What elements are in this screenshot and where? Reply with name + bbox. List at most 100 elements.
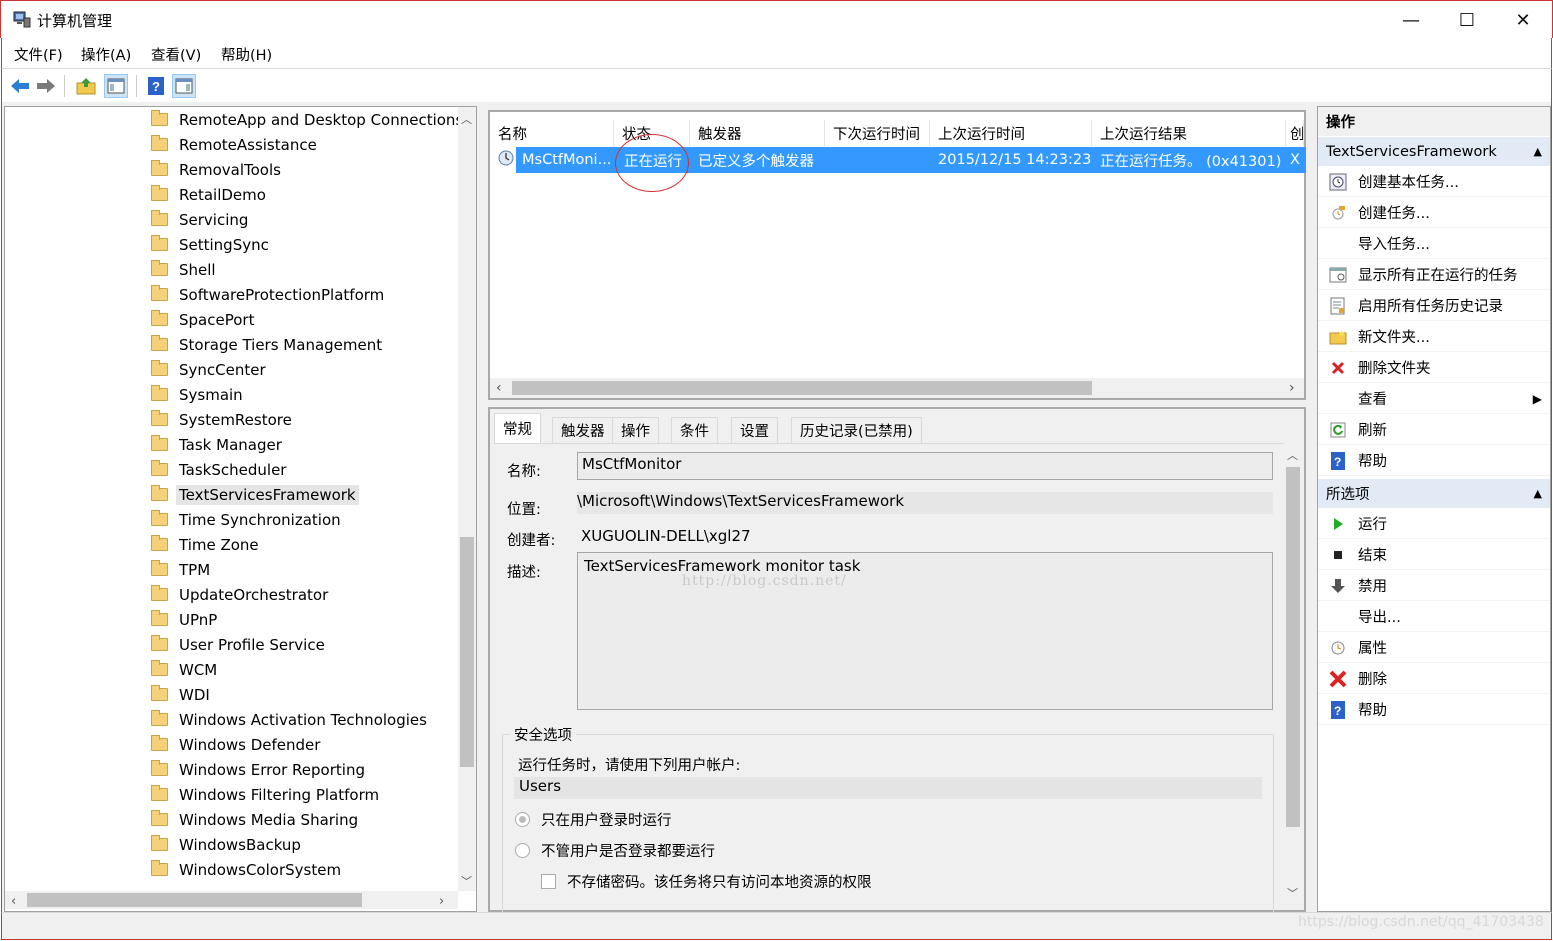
action-item[interactable]: 新文件夹... bbox=[1318, 322, 1550, 352]
radio-logged-on-only[interactable] bbox=[515, 812, 530, 827]
action-item[interactable]: 删除 bbox=[1318, 664, 1550, 694]
minimize-button[interactable]: — bbox=[1383, 1, 1439, 39]
collapse-icon[interactable]: ▲ bbox=[1534, 487, 1542, 500]
tree-item-selected[interactable]: TextServicesFramework bbox=[151, 482, 359, 507]
column-header-name[interactable]: 名称 bbox=[490, 120, 614, 146]
tree-item[interactable]: UpdateOrchestrator bbox=[151, 582, 328, 607]
tree-item[interactable]: Servicing bbox=[151, 207, 248, 232]
tab-conditions[interactable]: 条件 bbox=[671, 417, 718, 443]
action-item[interactable]: 创建基本任务... bbox=[1318, 167, 1550, 197]
action-item[interactable]: 导入任务... bbox=[1318, 229, 1550, 259]
tab-actions[interactable]: 操作 bbox=[612, 417, 659, 443]
group-header-textservicesframework[interactable]: TextServicesFramework ▲ bbox=[1318, 137, 1550, 166]
column-header-last-result[interactable]: 上次运行结果 bbox=[1092, 120, 1286, 146]
list-horizontal-scroll-thumb[interactable] bbox=[512, 381, 1092, 395]
tab-triggers[interactable]: 触发器 bbox=[552, 417, 614, 443]
details-vertical-scroll-thumb[interactable] bbox=[1286, 467, 1300, 827]
tab-general[interactable]: 常规 bbox=[494, 413, 541, 443]
scroll-down-icon[interactable]: ﹀ bbox=[1287, 885, 1298, 901]
radio-run-always[interactable] bbox=[515, 843, 530, 858]
menu-view[interactable]: 查看(V) bbox=[151, 44, 201, 65]
tree-item[interactable]: TPM bbox=[151, 557, 210, 582]
tree-item[interactable]: User Profile Service bbox=[151, 632, 325, 657]
tree-item[interactable]: WindowsBackup bbox=[151, 832, 301, 857]
tree-item[interactable]: Task Manager bbox=[151, 432, 282, 457]
scroll-up-icon[interactable]: ︿ bbox=[1287, 447, 1298, 463]
task-trigger-cell[interactable]: 已定义多个触发器 bbox=[692, 148, 825, 172]
tree-item[interactable]: WDI bbox=[151, 682, 210, 707]
tree-item[interactable]: RemoteApp and Desktop Connections bbox=[151, 107, 463, 132]
tree-item[interactable]: Windows Activation Technologies bbox=[151, 707, 427, 732]
help-icon[interactable]: ? bbox=[144, 74, 168, 98]
action-item[interactable]: 显示所有正在运行的任务 bbox=[1318, 260, 1550, 290]
show-action-pane-icon[interactable] bbox=[172, 74, 196, 98]
tree-item[interactable]: Windows Filtering Platform bbox=[151, 782, 379, 807]
no-store-password-checkbox[interactable] bbox=[541, 874, 556, 889]
tree-item[interactable]: Time Zone bbox=[151, 532, 259, 557]
up-folder-icon[interactable] bbox=[74, 74, 98, 98]
tree-item[interactable]: WCM bbox=[151, 657, 217, 682]
scroll-right-icon[interactable]: › bbox=[439, 894, 444, 909]
tree-item[interactable]: Windows Defender bbox=[151, 732, 320, 757]
tab-history[interactable]: 历史记录(已禁用) bbox=[791, 417, 922, 443]
column-header-last-run[interactable]: 上次运行时间 bbox=[930, 120, 1092, 146]
scroll-right-icon[interactable]: › bbox=[1289, 380, 1295, 396]
tree-horizontal-scroll-thumb[interactable] bbox=[27, 893, 362, 907]
action-item[interactable]: 查看 ▶ bbox=[1318, 384, 1550, 414]
show-hide-tree-icon[interactable] bbox=[104, 74, 128, 98]
scroll-down-icon[interactable]: ﹀ bbox=[461, 873, 472, 889]
action-item[interactable]: ? 帮助 bbox=[1318, 695, 1550, 725]
tab-settings[interactable]: 设置 bbox=[731, 417, 778, 443]
action-item[interactable]: 属性 bbox=[1318, 633, 1550, 663]
tree-vertical-scrollbar[interactable] bbox=[458, 107, 476, 891]
tree-item[interactable]: Time Synchronization bbox=[151, 507, 341, 532]
task-name-cell[interactable]: MsCtfMoni... bbox=[516, 148, 614, 172]
action-item[interactable]: ? 帮助 bbox=[1318, 446, 1550, 476]
tree-item[interactable]: Sysmain bbox=[151, 382, 243, 407]
action-item[interactable]: 启用所有任务历史记录 bbox=[1318, 291, 1550, 321]
action-item[interactable]: 刷新 bbox=[1318, 415, 1550, 445]
action-item[interactable]: 运行 bbox=[1318, 509, 1550, 539]
column-header-next-run[interactable]: 下次运行时间 bbox=[825, 120, 930, 146]
tree-item[interactable]: RemoteAssistance bbox=[151, 132, 317, 157]
scroll-up-icon[interactable]: ︿ bbox=[461, 111, 472, 127]
tree-item[interactable]: WindowsColorSystem bbox=[151, 857, 341, 882]
task-last-run-cell[interactable]: 2015/12/15 14:23:23 bbox=[932, 148, 1092, 172]
group-header-selected-item[interactable]: 所选项 ▲ bbox=[1318, 479, 1550, 508]
menu-file[interactable]: 文件(F) bbox=[14, 44, 63, 65]
collapse-icon[interactable]: ▲ bbox=[1534, 145, 1542, 158]
scroll-left-icon[interactable]: ‹ bbox=[11, 894, 16, 909]
tree-item[interactable]: SettingSync bbox=[151, 232, 269, 257]
forward-icon[interactable] bbox=[34, 74, 58, 98]
back-icon[interactable] bbox=[8, 74, 32, 98]
tree-item[interactable]: SystemRestore bbox=[151, 407, 292, 432]
action-item[interactable]: 删除文件夹 bbox=[1318, 353, 1550, 383]
column-header-trigger[interactable]: 触发器 bbox=[690, 120, 825, 146]
action-item[interactable]: 禁用 bbox=[1318, 571, 1550, 601]
tree-item[interactable]: SoftwareProtectionPlatform bbox=[151, 282, 384, 307]
tree-vertical-scroll-thumb[interactable] bbox=[460, 537, 474, 767]
task-next-run-cell[interactable] bbox=[827, 148, 930, 172]
close-button[interactable]: ✕ bbox=[1495, 1, 1551, 39]
action-item[interactable]: 创建任务... bbox=[1318, 198, 1550, 228]
name-field[interactable]: MsCtfMonitor bbox=[577, 452, 1273, 480]
menu-help[interactable]: 帮助(H) bbox=[221, 44, 272, 65]
action-item[interactable]: 导出... bbox=[1318, 602, 1550, 632]
scroll-left-icon[interactable]: ‹ bbox=[496, 380, 502, 396]
task-last-result-cell[interactable]: 正在运行任务。 (0x41301) bbox=[1094, 148, 1286, 172]
maximize-button[interactable]: ☐ bbox=[1439, 1, 1495, 39]
tree-item[interactable]: SpacePort bbox=[151, 307, 254, 332]
menu-action[interactable]: 操作(A) bbox=[81, 44, 131, 65]
tree-item[interactable]: UPnP bbox=[151, 607, 217, 632]
action-item[interactable]: 结束 bbox=[1318, 540, 1550, 570]
tree-item[interactable]: SyncCenter bbox=[151, 357, 266, 382]
tree-item[interactable]: Shell bbox=[151, 257, 216, 282]
column-header-author[interactable]: 创 bbox=[1286, 120, 1304, 146]
task-author-cell[interactable]: X bbox=[1288, 148, 1304, 172]
tree-item[interactable]: Storage Tiers Management bbox=[151, 332, 382, 357]
tree-item[interactable]: TaskScheduler bbox=[151, 457, 286, 482]
tree-item[interactable]: Windows Error Reporting bbox=[151, 757, 365, 782]
tree-item[interactable]: Windows Media Sharing bbox=[151, 807, 358, 832]
tree-item[interactable]: RemovalTools bbox=[151, 157, 281, 182]
tree-item[interactable]: RetailDemo bbox=[151, 182, 266, 207]
